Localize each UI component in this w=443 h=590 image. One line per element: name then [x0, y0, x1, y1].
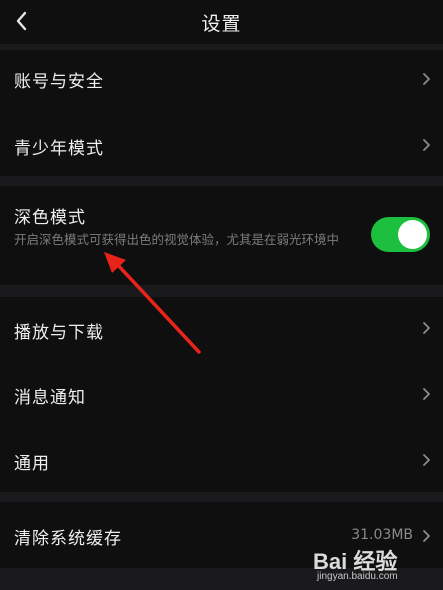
- settings-item-playback-download[interactable]: 播放与下载: [0, 297, 443, 361]
- settings-item-account-security[interactable]: 账号与安全: [0, 50, 443, 110]
- dark-mode-toggle[interactable]: [371, 217, 430, 252]
- separator: [0, 492, 443, 502]
- chevron-right-icon: [423, 322, 430, 334]
- toggle-knob: [398, 220, 427, 249]
- dark-mode-label: 深色模式: [14, 208, 86, 228]
- page-title: 设置: [201, 13, 242, 35]
- watermark-url: jingyan.baidu.com: [317, 571, 398, 582]
- chevron-right-icon: [423, 530, 430, 542]
- dark-mode-description: 开启深色模式可获得出色的视觉体验，尤其是在弱光环境中: [14, 232, 340, 247]
- separator: [0, 176, 443, 186]
- settings-item-label: 账号与安全: [14, 72, 104, 92]
- watermark: Bai 经验 jingyan.baidu.com: [307, 544, 429, 584]
- settings-item-teen-mode[interactable]: 青少年模式: [0, 116, 443, 176]
- chevron-right-icon: [423, 139, 430, 151]
- settings-item-notifications[interactable]: 消息通知: [0, 361, 443, 427]
- settings-item-label: 消息通知: [14, 388, 86, 408]
- settings-item-label: 清除系统缓存: [14, 529, 122, 549]
- cache-size-value: 31.03MB: [351, 527, 413, 543]
- settings-item-label: 播放与下载: [14, 323, 104, 343]
- separator: [0, 285, 443, 297]
- settings-item-label: 青少年模式: [14, 139, 104, 159]
- chevron-right-icon: [423, 454, 430, 466]
- settings-screen: 设置 账号与安全 青少年模式 深色模式 开启深色模式可获得出色的视觉体验，尤其是…: [0, 0, 443, 590]
- settings-item-label: 通用: [14, 454, 50, 474]
- chevron-right-icon: [423, 388, 430, 400]
- chevron-right-icon: [423, 73, 430, 85]
- header: 设置: [0, 0, 443, 44]
- settings-item-general[interactable]: 通用: [0, 427, 443, 492]
